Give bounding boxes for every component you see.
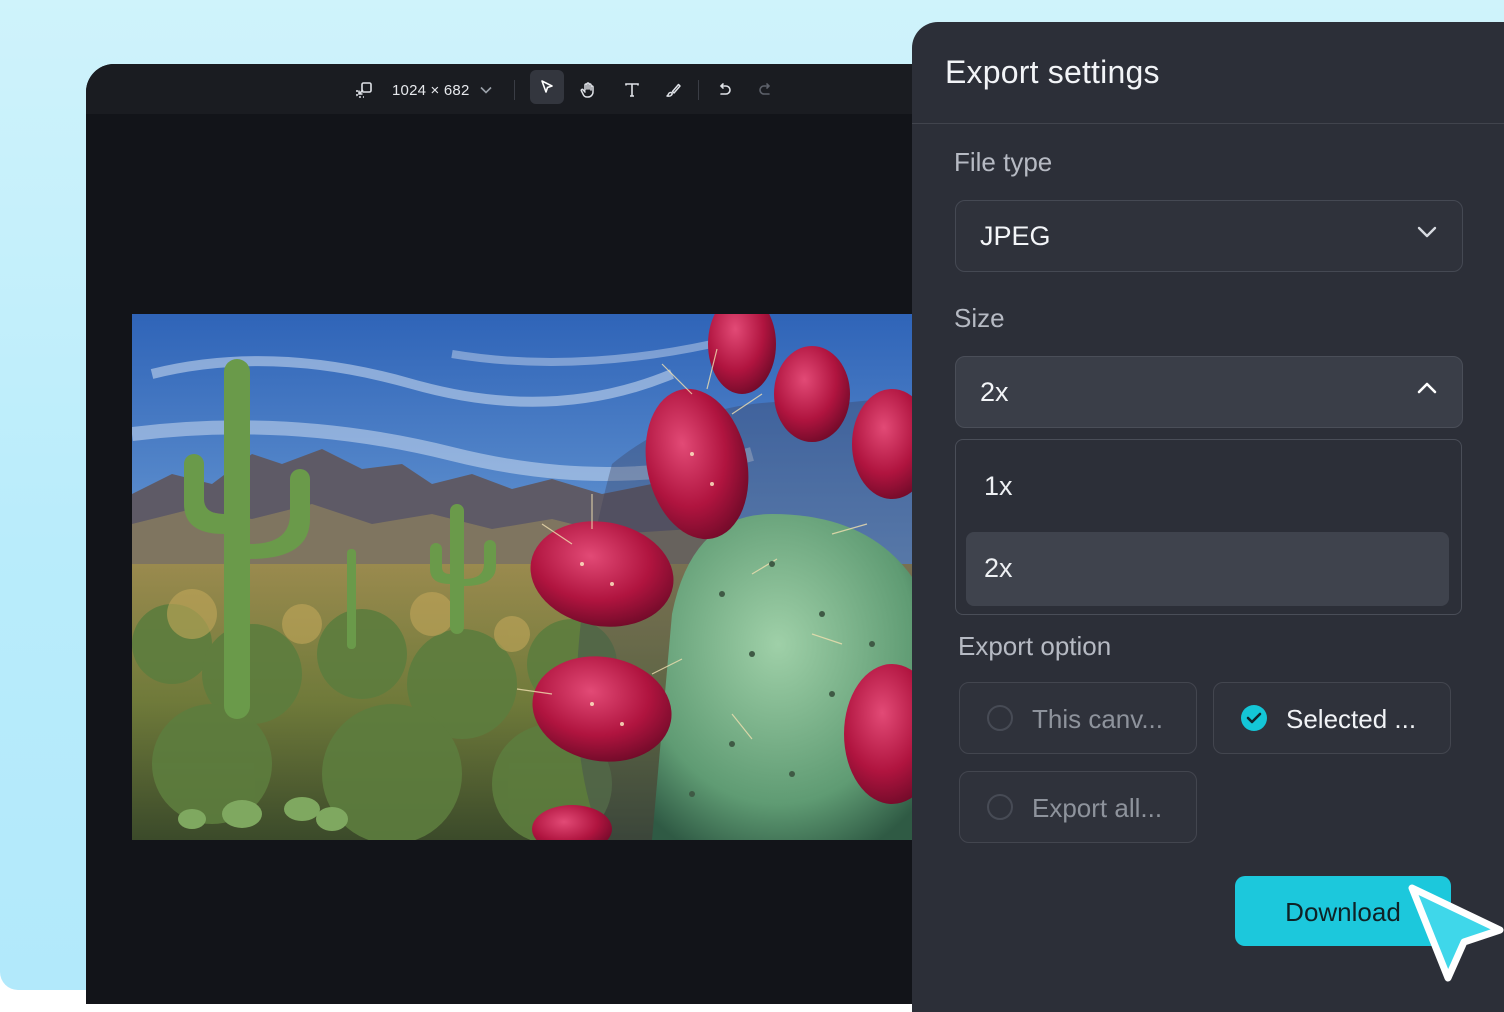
size-dropdown-menu: 1x 2x: [955, 439, 1462, 615]
text-tool-icon[interactable]: [620, 76, 644, 104]
chevron-down-icon: [1416, 225, 1438, 244]
undo-icon[interactable]: [713, 76, 737, 104]
export-option-export-all[interactable]: Export all...: [959, 771, 1197, 843]
size-select[interactable]: 2x: [955, 356, 1463, 428]
chevron-up-icon: [1416, 381, 1438, 400]
toolbar-divider: [514, 80, 515, 100]
radio-unchecked[interactable]: [987, 705, 1013, 731]
export-settings-panel: Export settings File type JPEG Size 2x 1…: [912, 22, 1504, 1012]
file-type-select[interactable]: JPEG: [955, 200, 1463, 272]
canvas-area[interactable]: [86, 114, 946, 1004]
select-pointer-icon[interactable]: [530, 70, 564, 104]
size-option-label: 1x: [984, 471, 1013, 501]
check-circle-icon[interactable]: [1241, 705, 1267, 731]
export-option-this-canvas[interactable]: This canv...: [959, 682, 1197, 754]
brush-icon[interactable]: [661, 76, 685, 104]
radio-unchecked[interactable]: [987, 794, 1013, 820]
canvas-size-selector[interactable]: 1024 × 682: [392, 76, 492, 104]
mouse-cursor-icon: [1404, 880, 1504, 989]
toolbar-divider: [698, 80, 699, 100]
panel-title: Export settings: [945, 54, 1160, 90]
export-option-text: This canv...: [1032, 704, 1164, 734]
hand-icon[interactable]: [576, 76, 600, 104]
size-value: 2x: [980, 377, 1009, 407]
size-option-label: 2x: [984, 553, 1013, 583]
export-option-text: Selected ...: [1286, 704, 1417, 734]
resize-icon[interactable]: [352, 76, 376, 104]
export-option-text: Export all...: [1032, 793, 1163, 823]
export-option-selected[interactable]: Selected ...: [1213, 682, 1451, 754]
editor-window: 1024 × 682: [86, 64, 946, 1004]
size-option[interactable]: 1x: [966, 450, 1449, 524]
export-option-label: Export option: [958, 631, 1112, 661]
size-label: Size: [954, 303, 1005, 333]
editor-toolbar: 1024 × 682: [86, 64, 946, 114]
divider: [912, 123, 1504, 124]
canvas-image[interactable]: [132, 314, 932, 840]
file-type-value: JPEG: [980, 221, 1051, 251]
redo-icon[interactable]: [753, 76, 777, 104]
canvas-size-label: 1024 × 682: [392, 81, 470, 99]
size-option-selected[interactable]: 2x: [966, 532, 1449, 606]
chevron-down-icon: [479, 86, 492, 94]
file-type-label: File type: [954, 147, 1053, 177]
